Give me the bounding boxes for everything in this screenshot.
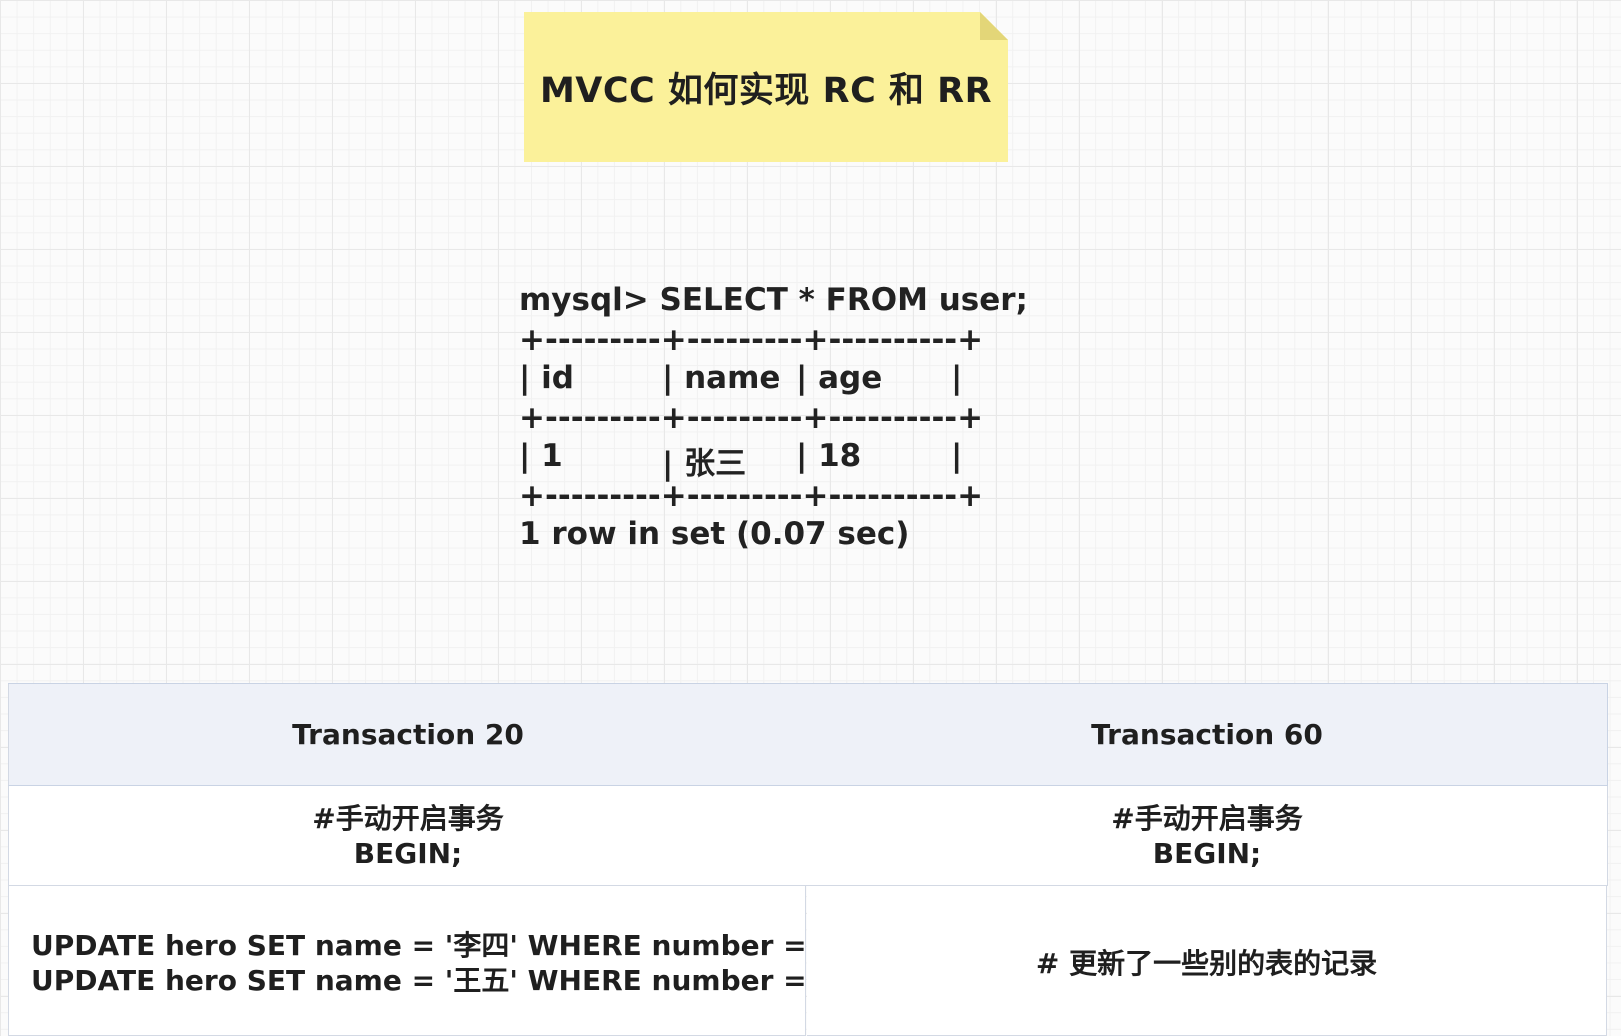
- console-header-id: | id: [519, 360, 574, 396]
- table-cell-update-20[interactable]: UPDATE hero SET name = '李四' WHERE number…: [8, 886, 847, 1036]
- comment-text: #手动开启事务: [1111, 801, 1303, 835]
- comment-text: # 更新了一些别的表的记录: [1035, 947, 1378, 980]
- table-cell-update-60[interactable]: # 更新了一些别的表的记录: [807, 886, 1607, 1036]
- console-cell-id: | 1: [519, 438, 563, 474]
- console-header-end: |: [951, 360, 963, 396]
- note-title: MVCC 如何实现 RC 和 RR: [539, 71, 993, 111]
- header-label: Transaction 20: [292, 718, 524, 751]
- note-fold-corner: [980, 12, 1008, 40]
- sql-text: BEGIN;: [1152, 836, 1262, 870]
- table-header-transaction-20[interactable]: Transaction 20: [8, 684, 808, 786]
- table-cell-begin-60[interactable]: #手动开启事务 BEGIN;: [807, 786, 1608, 886]
- sql-text: UPDATE hero SET name = '李四' WHERE number…: [31, 929, 848, 962]
- console-border-bottom: +---------+---------+----------+: [519, 478, 984, 514]
- console-header-age: | age: [796, 360, 883, 396]
- console-cell-name: | 张三: [662, 446, 747, 482]
- console-command: mysql> SELECT * FROM user;: [519, 282, 1028, 318]
- sql-text: BEGIN;: [353, 836, 463, 870]
- console-border-mid: +---------+---------+----------+: [519, 400, 984, 436]
- console-cell-age: | 18: [796, 438, 862, 474]
- console-footer: 1 row in set (0.07 sec): [519, 516, 910, 552]
- console-header-name: | name: [662, 360, 781, 396]
- transaction-table: Transaction 20 Transaction 60 #手动开启事务 BE…: [8, 683, 1608, 1036]
- sql-text: UPDATE hero SET name = '王五' WHERE number…: [31, 964, 848, 997]
- header-label: Transaction 60: [1091, 718, 1323, 751]
- comment-text: #手动开启事务: [312, 801, 504, 835]
- console-border-top: +---------+---------+----------+: [519, 322, 984, 358]
- table-cell-begin-20[interactable]: #手动开启事务 BEGIN;: [8, 786, 808, 886]
- console-cell-end: |: [951, 438, 963, 474]
- table-header-transaction-60[interactable]: Transaction 60: [807, 684, 1608, 786]
